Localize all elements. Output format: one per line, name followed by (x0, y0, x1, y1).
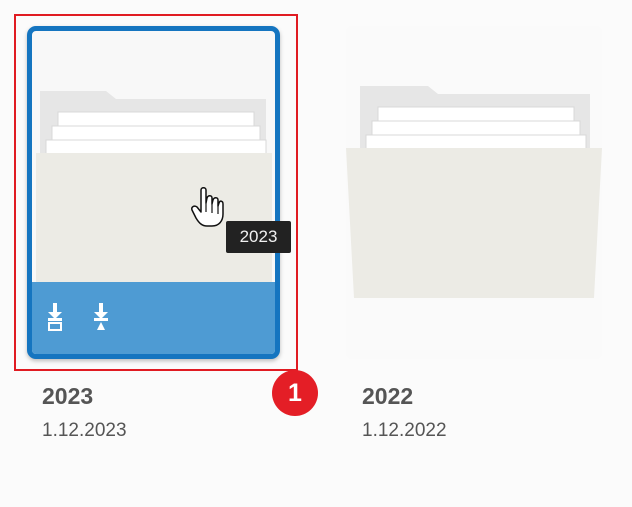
folder-tile-2023[interactable] (27, 26, 280, 359)
folder-gallery: 2023 1 2023 1.12.2023 2022 1.12.2022 (2, 0, 630, 505)
folder-icon (346, 86, 602, 298)
folder-icon (36, 91, 272, 295)
tile-action-bar (32, 282, 275, 354)
folder-title[interactable]: 2023 (42, 383, 93, 410)
folder-date: 1.12.2022 (362, 420, 447, 441)
download-icon[interactable] (44, 302, 66, 332)
tooltip: 2023 (226, 221, 291, 253)
folder-date: 1.12.2023 (42, 420, 127, 441)
folder-tile-2022[interactable] (346, 26, 602, 359)
folder-title[interactable]: 2022 (362, 383, 413, 410)
download-pdf-icon[interactable] (90, 302, 112, 332)
callout-badge: 1 (272, 370, 318, 416)
hand-cursor-icon (191, 187, 224, 227)
